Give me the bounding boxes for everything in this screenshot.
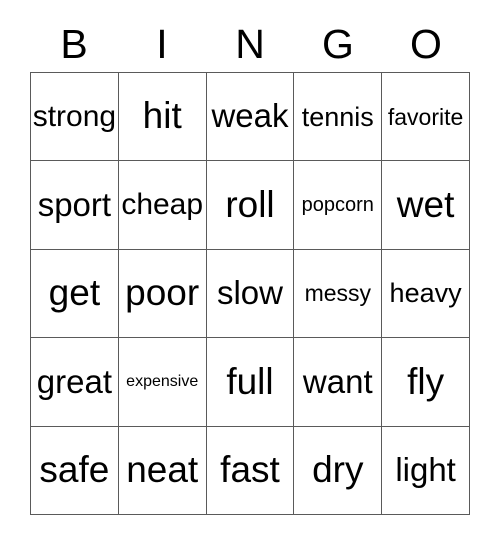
bingo-grid: strong hit weak tennis favorite sport ch… [30,72,470,516]
bingo-row: sport cheap roll popcorn wet [31,161,470,250]
bingo-cell-label: cheap [121,188,204,222]
bingo-cell-label: expensive [126,372,199,390]
bingo-row: strong hit weak tennis favorite [31,73,470,162]
bingo-cell-label: weak [211,97,289,135]
bingo-cell-label: fly [407,360,445,402]
bingo-cell-label: roll [225,183,275,225]
bingo-cell-label: strong [32,99,117,133]
bingo-cell-label: great [36,362,112,400]
bingo-cell-g5[interactable]: dry [294,426,383,516]
bingo-cell-label: full [226,360,274,402]
bingo-cell-i1[interactable]: hit [118,73,207,162]
bingo-cell-label: messy [304,280,372,307]
bingo-cell-g4[interactable]: want [294,338,383,427]
bingo-cell-i4[interactable]: expensive [118,338,207,427]
bingo-cell-i3[interactable]: poor [118,249,207,339]
bingo-cell-label: safe [39,448,110,490]
bingo-cell-label: dry [312,448,364,490]
bingo-cell-n1[interactable]: weak [206,73,295,162]
bingo-cell-o2[interactable]: wet [382,161,470,250]
bingo-cell-label: tennis [301,101,374,132]
bingo-cell-b4[interactable]: great [31,338,119,427]
bingo-cell-n3[interactable]: slow [206,249,295,339]
bingo-cell-label: popcorn [301,193,374,216]
bingo-cell-g1[interactable]: tennis [294,73,383,162]
bingo-cell-label: neat [126,448,199,490]
bingo-cell-label: favorite [387,103,464,130]
bingo-cell-label: slow [216,274,283,312]
bingo-cell-b5[interactable]: safe [31,426,119,516]
bingo-cell-label: light [395,451,456,488]
bingo-cell-label: fast [220,448,280,490]
bingo-card: B I N G O strong hit weak tennis favorit… [0,0,500,544]
bingo-cell-b1[interactable]: strong [31,73,119,162]
bingo-cell-n4[interactable]: full [206,338,295,427]
bingo-cell-label: get [48,272,101,314]
header-letter-i: I [156,21,168,67]
bingo-cell-n5[interactable]: fast [206,426,295,516]
header-letter-n: N [235,21,265,67]
bingo-cell-b2[interactable]: sport [31,161,119,250]
header-letter-g: G [322,21,354,67]
header-letter-o: O [410,21,442,67]
bingo-cell-label: heavy [389,278,462,309]
bingo-cell-o5[interactable]: light [382,426,470,516]
bingo-header: B I N G O [30,17,470,72]
bingo-cell-label: hit [142,95,182,137]
bingo-cell-g2[interactable]: popcorn [294,161,383,250]
bingo-cell-g3[interactable]: messy [294,249,383,339]
bingo-cell-o4[interactable]: fly [382,338,470,427]
bingo-cell-label: wet [396,183,455,225]
bingo-row: get poor slow messy heavy [31,249,470,339]
bingo-cell-label: want [302,362,373,400]
bingo-row: safe neat fast dry light [31,426,470,516]
bingo-cell-label: sport [37,185,112,223]
bingo-cell-label: poor [125,272,200,314]
bingo-cell-i2[interactable]: cheap [118,161,207,250]
bingo-cell-i5[interactable]: neat [118,426,207,516]
bingo-cell-o3[interactable]: heavy [382,249,470,339]
bingo-cell-o1[interactable]: favorite [382,73,470,162]
bingo-cell-n2[interactable]: roll [206,161,295,250]
bingo-row: great expensive full want fly [31,338,470,427]
bingo-cell-b3[interactable]: get [31,249,119,339]
header-letter-b: B [60,21,88,67]
